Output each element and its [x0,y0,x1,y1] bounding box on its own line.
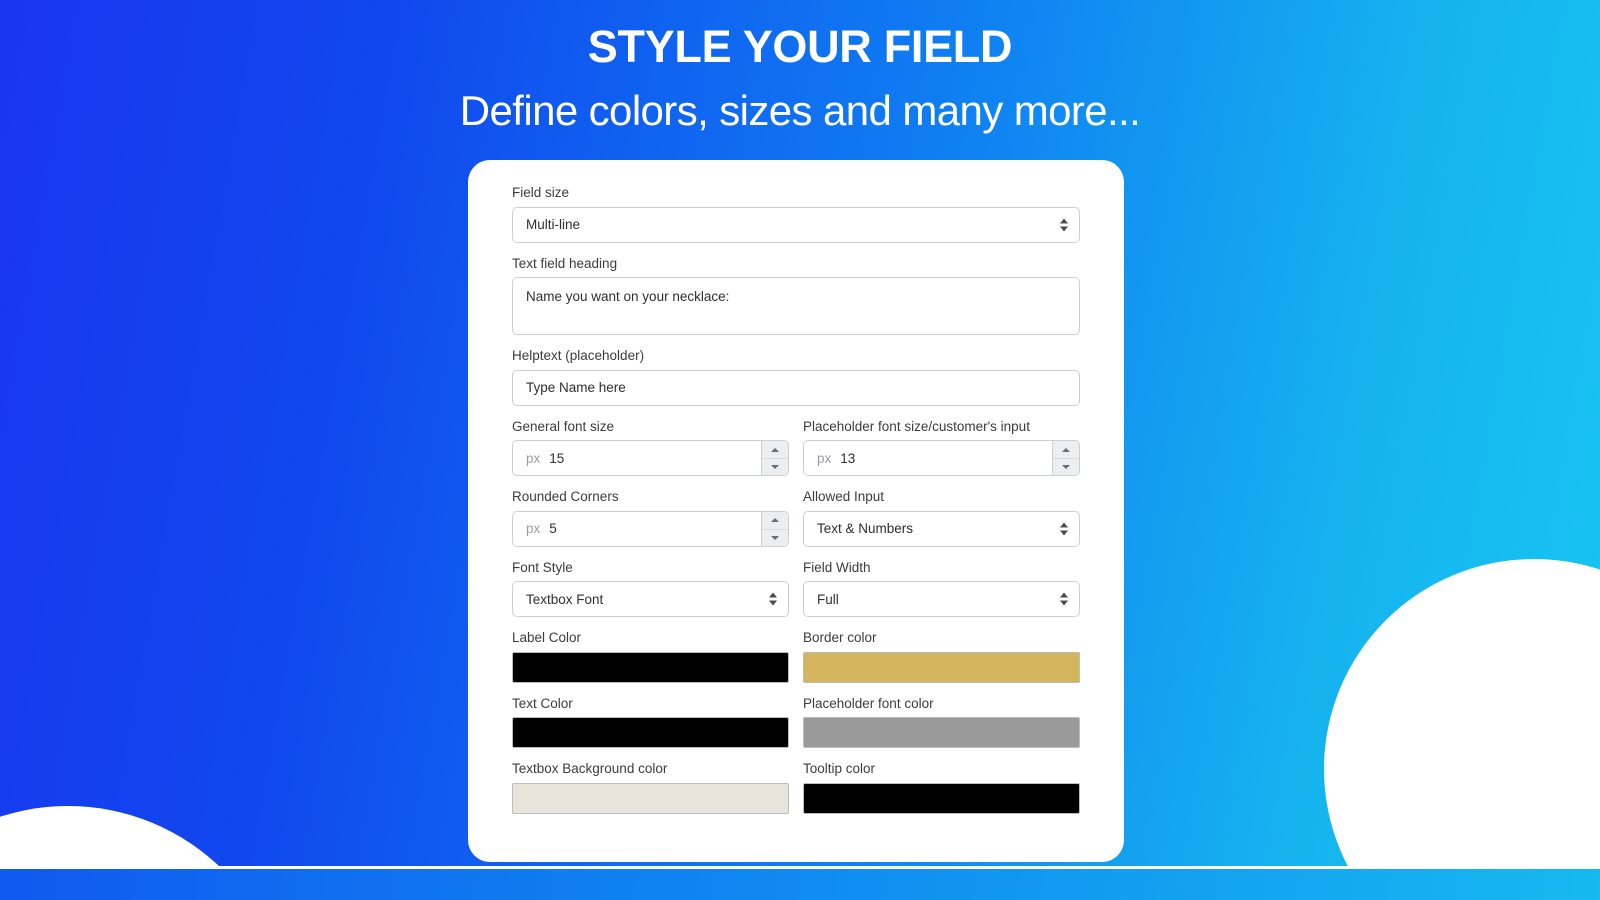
general-font-size-input[interactable]: px 15 [512,440,789,477]
label-border-color-row: Label Color Border color [512,629,1080,683]
placeholder-font-size-label: Placeholder font size/customer's input [803,418,1030,434]
placeholder-font-size-value: 13 [840,450,856,466]
chevron-updown-icon [1060,218,1068,232]
placeholder-font-size-group: Placeholder font size/customer's input p… [803,418,1080,477]
general-font-size-unit: px [526,450,541,466]
label-color-group: Label Color [512,629,789,683]
border-color-label: Border color [803,630,877,646]
helptext-value: Type Name here [526,380,626,396]
helptext-label: Helptext (placeholder) [512,348,645,364]
placeholder-font-size-stepper[interactable] [1052,441,1079,476]
general-font-size-label: General font size [512,418,615,434]
field-size-label: Field size [512,185,570,200]
helptext-group: Helptext (placeholder) Type Name here [512,347,1080,406]
corners-input-row: Rounded Corners px 5 Allowed Input Text … [512,488,1080,547]
font-style-select[interactable]: Textbox Font [512,581,789,618]
placeholder-font-color-group: Placeholder font color [803,695,1080,749]
text-color-swatch[interactable] [512,717,789,749]
text-placeholder-color-row: Text Color Placeholder font color [512,695,1080,749]
text-color-group: Text Color [512,695,789,749]
allowed-input-label: Allowed Input [803,489,885,505]
text-field-heading-group: Text field heading Name you want on your… [512,255,1080,336]
chevron-updown-icon [769,592,777,606]
rounded-corners-label: Rounded Corners [512,489,619,505]
stepper-up-icon[interactable] [1053,441,1079,459]
rounded-corners-input[interactable]: px 5 [512,510,789,547]
font-size-row: General font size px 15 Placeholder font… [512,418,1080,477]
rounded-corners-value: 5 [549,521,557,537]
background-tooltip-color-row: Textbox Background color Tooltip color [512,760,1080,814]
rounded-corners-stepper[interactable] [761,511,788,546]
general-font-size-stepper[interactable] [761,441,788,476]
textbox-background-color-group: Textbox Background color [512,760,789,814]
field-width-value: Full [817,591,839,607]
general-font-size-group: General font size px 15 [512,418,789,477]
general-font-size-value: 15 [549,450,565,466]
label-color-label: Label Color [512,630,582,646]
stepper-up-icon[interactable] [762,511,788,529]
helptext-input[interactable]: Type Name here [512,369,1080,406]
textbox-background-color-label: Textbox Background color [512,761,668,777]
hero-heading-group: STYLE YOUR FIELD Define colors, sizes an… [0,21,1600,136]
tooltip-color-group: Tooltip color [803,760,1080,814]
font-style-label: Font Style [512,559,573,575]
text-color-label: Text Color [512,695,573,711]
style-settings-card: Field size Multi-line Text field heading… [468,160,1124,862]
page-stage: STYLE YOUR FIELD Define colors, sizes an… [0,0,1600,900]
field-width-select[interactable]: Full [803,581,1080,618]
placeholder-font-color-swatch[interactable] [803,717,1080,749]
placeholder-font-size-input[interactable]: px 13 [803,440,1080,477]
chevron-updown-icon [1060,592,1068,606]
chevron-updown-icon [1060,522,1068,536]
text-field-heading-label: Text field heading [512,255,618,271]
tooltip-color-label: Tooltip color [803,761,876,777]
rounded-corners-group: Rounded Corners px 5 [512,488,789,547]
text-field-heading-input[interactable]: Name you want on your necklace: [512,277,1080,336]
allowed-input-value: Text & Numbers [817,521,914,537]
stepper-down-icon[interactable] [762,528,788,546]
field-size-select[interactable]: Multi-line [512,206,1080,243]
placeholder-font-size-unit: px [817,450,832,466]
allowed-input-group: Allowed Input Text & Numbers [803,488,1080,547]
page-subtitle: Define colors, sizes and many more... [459,87,1141,135]
page-title: STYLE YOUR FIELD [587,21,1013,72]
placeholder-font-color-label: Placeholder font color [803,695,934,711]
font-style-group: Font Style Textbox Font [512,559,789,618]
stepper-down-icon[interactable] [1053,458,1079,476]
field-width-label: Field Width [803,559,871,575]
stepper-down-icon[interactable] [762,458,788,476]
field-width-group: Field Width Full [803,559,1080,618]
font-style-value: Textbox Font [526,591,604,607]
bottom-gradient-strip [0,869,1600,900]
border-color-swatch[interactable] [803,651,1080,683]
tooltip-color-swatch[interactable] [803,782,1080,814]
label-color-swatch[interactable] [512,651,789,683]
stepper-up-icon[interactable] [762,441,788,459]
textbox-background-color-swatch[interactable] [512,782,789,814]
rounded-corners-unit: px [526,521,541,537]
field-size-value: Multi-line [526,217,581,233]
field-size-group: Field size Multi-line [512,184,1080,243]
font-style-width-row: Font Style Textbox Font Field Width Full [512,559,1080,618]
allowed-input-select[interactable]: Text & Numbers [803,510,1080,547]
border-color-group: Border color [803,629,1080,683]
